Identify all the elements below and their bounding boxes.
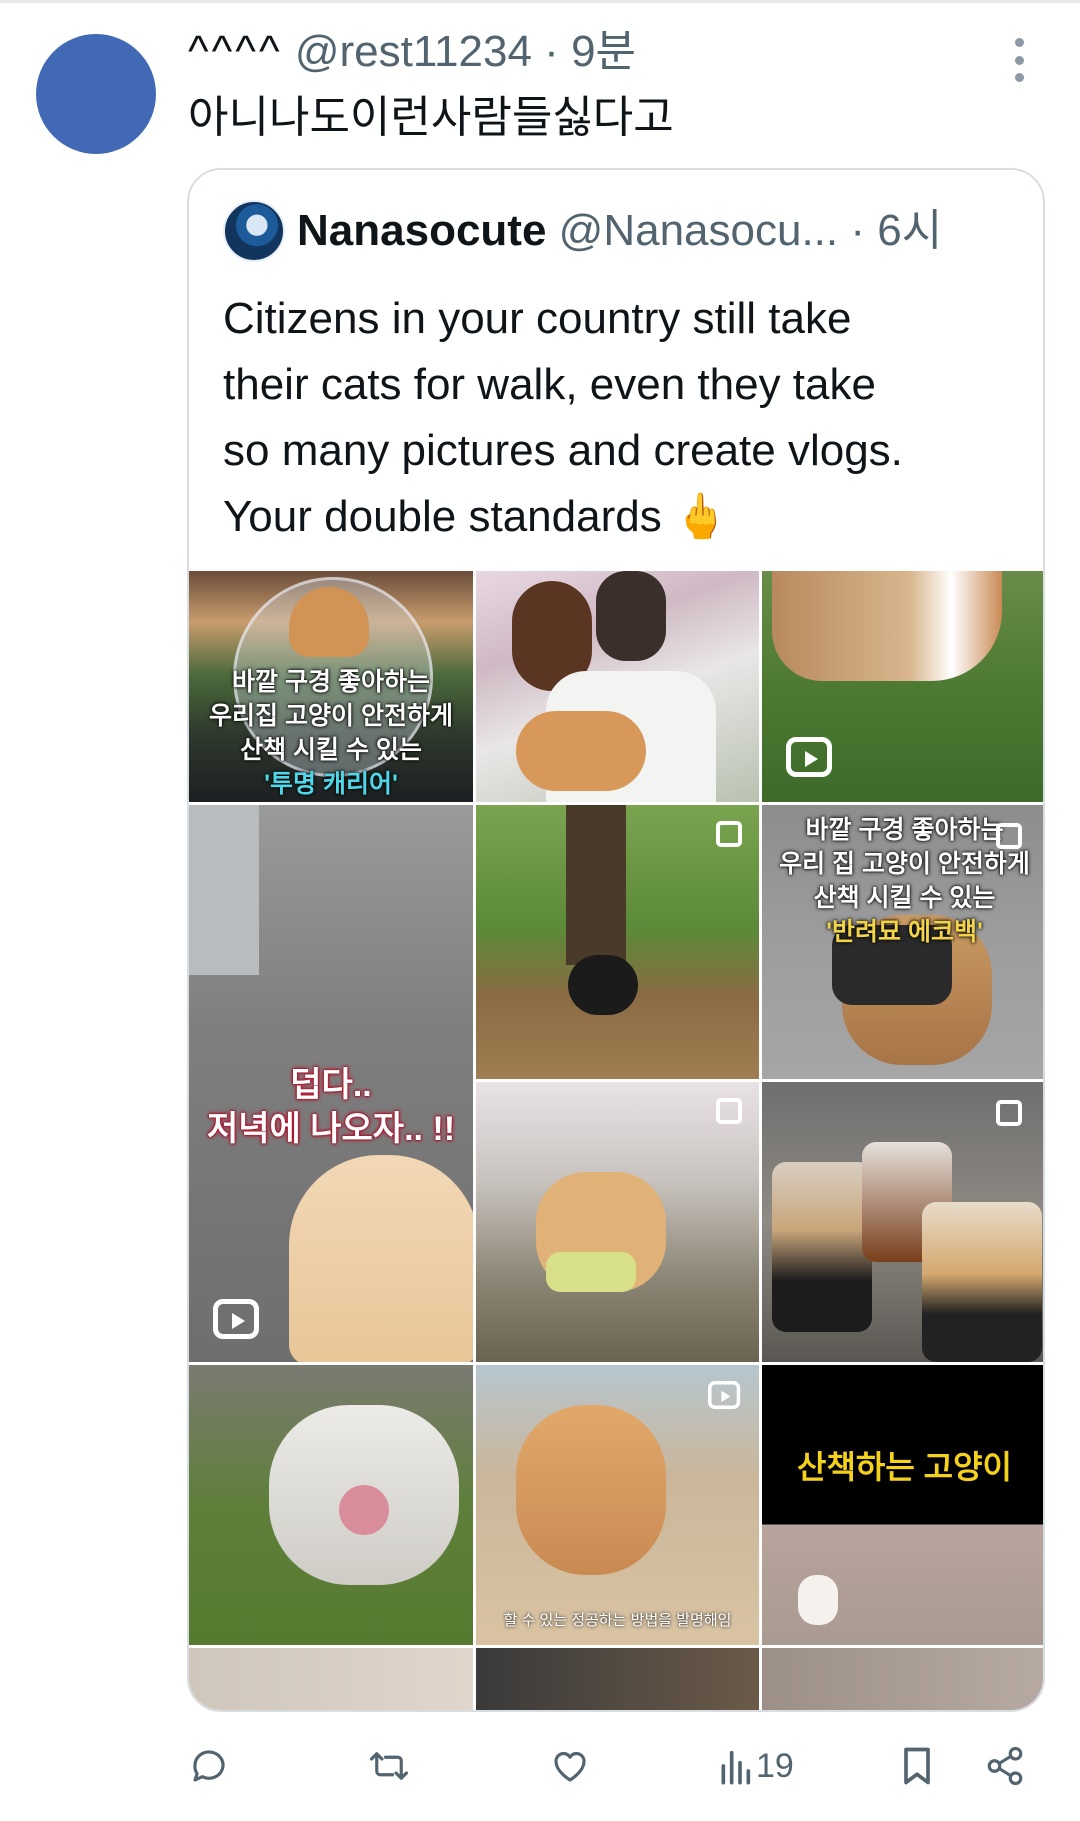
top-divider [0, 0, 1080, 3]
separator: · [544, 27, 559, 76]
media-tile[interactable]: 바깥 구경 좋아하는 우리집 고양이 안전하게 산책 시킬 수 있는 '투명 캐… [189, 571, 473, 802]
caption-line: 산책 시킬 수 있는 [240, 736, 422, 764]
avatar[interactable] [36, 34, 156, 154]
tile-caption: 바깥 구경 좋아하는 우리집 고양이 안전하게 산책 시킬 수 있는 '투명 캐… [189, 665, 473, 801]
cup-image [922, 1202, 1042, 1362]
caption-line: '반려묘 에코백' [826, 918, 983, 946]
caption-line: 저녁에 나오자.. !! [206, 1110, 456, 1148]
cat-image [289, 1155, 473, 1362]
quoted-header: Nanasocute @Nanasocu... · 6시 [297, 200, 942, 262]
media-tile[interactable]: 바깥 구경 좋아하는 우리 집 고양이 안전하게 산책 시킬 수 있는 '반려묘… [762, 805, 1043, 1079]
caption-line: 우리 집 고양이 안전하게 [779, 850, 1030, 878]
caption-line: 덥다.. [290, 1066, 372, 1104]
quoted-text-line: Your double standards 🖕 [223, 492, 729, 541]
quoted-display-name[interactable]: Nanasocute [297, 206, 546, 255]
cat-harness-image [339, 1485, 389, 1535]
media-tile[interactable] [762, 571, 1043, 802]
cat-image [516, 1405, 666, 1575]
display-name[interactable]: ^^^^ [188, 27, 283, 76]
person-image [596, 571, 666, 661]
quoted-text-line: Citizens in your country still take [223, 294, 852, 343]
reel-icon [708, 1381, 741, 1409]
more-icon[interactable] [1004, 38, 1034, 82]
media-tile[interactable] [476, 1648, 759, 1710]
media-tile[interactable]: 산책하는 고양이 [762, 1365, 1043, 1645]
tweet-actions: 19 [188, 1736, 1038, 1796]
reel-icon [213, 1299, 259, 1339]
quoted-handle[interactable]: @Nanasocu... [559, 206, 838, 255]
tile-caption: 할 수 있는 정공하는 방법을 발명해임 [503, 1612, 732, 1629]
cup-image [772, 1162, 872, 1332]
views-button[interactable]: 19 [718, 1736, 794, 1796]
caption-line: '투명 캐리어' [264, 770, 398, 798]
retweet-icon[interactable] [366, 1736, 412, 1796]
share-icon[interactable] [984, 1736, 1026, 1796]
media-tile[interactable] [476, 571, 759, 802]
multiple-images-icon [996, 823, 1022, 849]
cat-image [568, 955, 638, 1015]
quoted-avatar[interactable] [223, 200, 285, 262]
cat-image [289, 587, 369, 657]
caption-line: 바깥 구경 좋아하는 [232, 668, 430, 696]
media-tile[interactable] [476, 1082, 759, 1362]
multiple-images-icon [716, 821, 742, 847]
cat-clothes-image [546, 1252, 636, 1292]
quoted-separator: · [850, 206, 866, 255]
caption-line: 우리집 고양이 안전하게 [209, 702, 453, 730]
media-tile[interactable] [189, 1365, 473, 1645]
caption-line: 산책 시킬 수 있는 [813, 884, 996, 912]
reel-icon [786, 737, 832, 777]
cat-image [772, 571, 1002, 681]
timestamp[interactable]: 9분 [571, 27, 636, 76]
tile-caption: 산책하는 고양이 [797, 1449, 1012, 1485]
bookmark-icon[interactable] [898, 1736, 936, 1796]
tweet-header: ^^^^ @rest11234 · 9분 [188, 22, 636, 82]
quoted-text: Citizens in your country still take thei… [223, 286, 1023, 550]
multiple-images-icon [716, 1098, 742, 1124]
media-tile[interactable]: 덥다.. 저녁에 나오자.. !! [189, 805, 473, 1362]
views-count: 19 [756, 1746, 794, 1785]
quoted-tweet-card[interactable]: Nanasocute @Nanasocu... · 6시 Citizens in… [187, 168, 1045, 1712]
media-tile[interactable] [762, 1648, 1043, 1710]
quoted-text-line: their cats for walk, even they take [223, 360, 876, 409]
quoted-timestamp[interactable]: 6시 [877, 206, 942, 255]
dog-image [798, 1575, 838, 1625]
like-icon[interactable] [548, 1736, 592, 1796]
multiple-images-icon [996, 1100, 1022, 1126]
quoted-text-line: so many pictures and create vlogs. [223, 426, 903, 475]
wall-image [189, 805, 259, 975]
media-tile[interactable] [762, 1082, 1043, 1362]
tweet-text: 아니나도이런사람들싫다고 [188, 93, 674, 142]
handle[interactable]: @rest11234 [295, 27, 532, 76]
media-tile[interactable] [476, 805, 759, 1079]
cat-image [516, 711, 646, 791]
reply-icon[interactable] [188, 1736, 230, 1796]
views-icon [721, 1750, 751, 1785]
media-tile[interactable] [189, 1648, 473, 1710]
tree-trunk-image [566, 805, 626, 965]
tile-caption: 덥다.. 저녁에 나오자.. !! [189, 1063, 473, 1151]
media-grid[interactable]: 바깥 구경 좋아하는 우리집 고양이 안전하게 산책 시킬 수 있는 '투명 캐… [189, 571, 1043, 1710]
media-tile[interactable]: 할 수 있는 정공하는 방법을 발명해임 [476, 1365, 759, 1645]
